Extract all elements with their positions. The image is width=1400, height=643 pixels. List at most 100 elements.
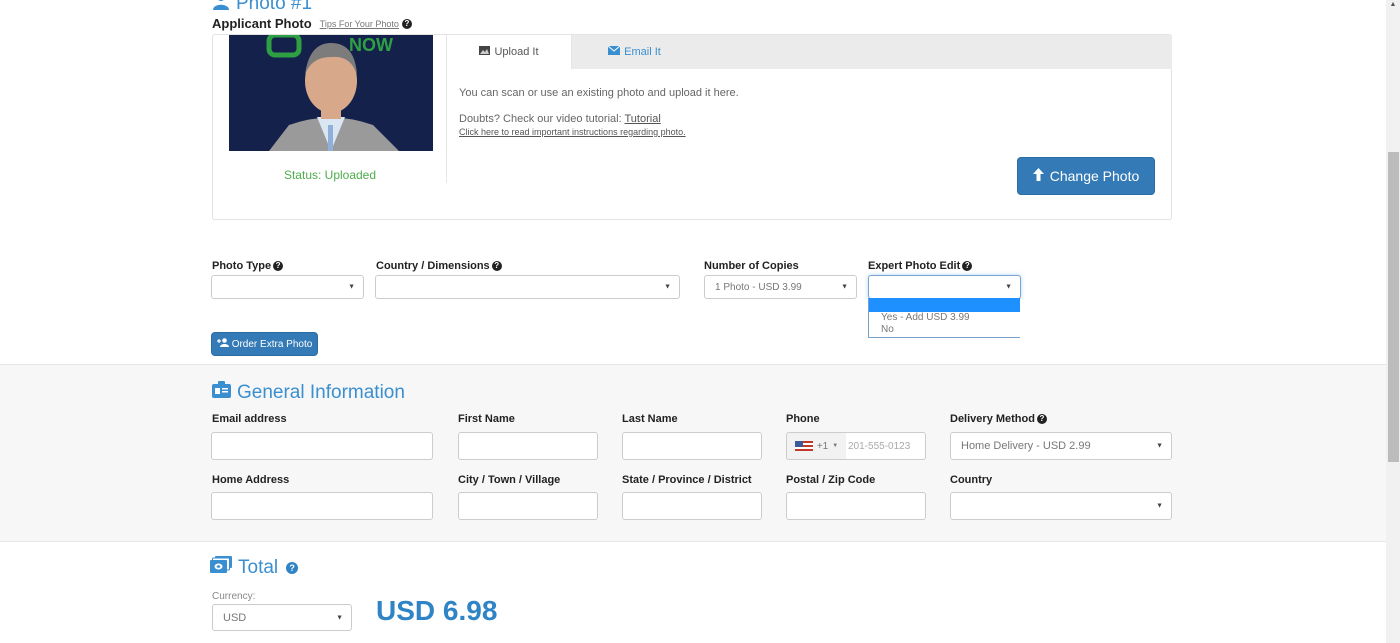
change-photo-label: Change Photo <box>1049 168 1140 184</box>
currency-select[interactable]: USD ▼ <box>212 604 352 631</box>
expert-edit-select[interactable]: ▼ <box>868 275 1021 299</box>
tutorial-link[interactable]: Tutorial <box>625 113 661 125</box>
dropdown-option-empty[interactable] <box>869 298 1020 312</box>
delivery-method-value: Home Delivery - USD 2.99 <box>961 440 1091 452</box>
last-name-field[interactable] <box>622 432 762 460</box>
tabs-bar: Upload It Email It <box>447 35 1172 69</box>
id-card-icon <box>212 381 231 404</box>
currency-value: USD <box>223 611 247 624</box>
general-information-title: General Information <box>212 381 405 404</box>
instructions-link[interactable]: Click here to read important instruction… <box>459 127 739 137</box>
postal-code-label: Postal / Zip Code <box>786 474 876 486</box>
help-icon[interactable]: ? <box>273 261 284 271</box>
home-address-field[interactable] <box>211 492 433 520</box>
user-icon <box>212 0 230 16</box>
arrow-up-icon <box>1032 168 1044 184</box>
money-icon <box>210 556 232 579</box>
vertical-scrollbar[interactable]: ▲ <box>1386 0 1400 643</box>
envelope-icon <box>607 45 621 58</box>
copies-select[interactable]: 1 Photo - USD 3.99 ▼ <box>704 275 857 299</box>
expert-edit-dropdown: Yes - Add USD 3.99 No <box>868 298 1020 338</box>
change-photo-button[interactable]: Change Photo <box>1017 157 1155 195</box>
phone-field: +1 ▼ 201-555-0123 <box>786 432 926 460</box>
svg-text:NOW: NOW <box>349 35 393 55</box>
doubts-text: Doubts? Check our video tutorial: Tutori… <box>459 113 739 125</box>
general-title-text: General Information <box>237 381 405 403</box>
help-icon[interactable]: ? <box>401 18 412 29</box>
postal-code-field[interactable] <box>786 492 926 520</box>
image-icon <box>479 46 491 58</box>
copies-text: Number of Copies <box>704 260 799 272</box>
country-code-selector[interactable]: +1 ▼ <box>786 432 846 460</box>
expert-edit-label: Expert Photo Edit? <box>868 260 973 272</box>
upload-status: Status: Uploaded <box>283 168 377 182</box>
delivery-method-select[interactable]: Home Delivery - USD 2.99 ▼ <box>950 432 1172 460</box>
tab-email-it[interactable]: Email It <box>572 35 697 69</box>
photo-section-title: Photo #1 <box>212 0 312 16</box>
country-dimensions-text: Country / Dimensions <box>376 260 490 272</box>
currency-label: Currency: <box>212 591 256 602</box>
us-flag-icon <box>794 441 813 451</box>
applicant-photo: NOW <box>229 35 433 151</box>
help-icon[interactable]: ? <box>1036 414 1047 424</box>
photo-title-text: Photo #1 <box>236 0 313 14</box>
email-label: Email address <box>212 413 287 425</box>
country-select[interactable]: ▼ <box>950 492 1172 520</box>
photo-type-text: Photo Type <box>212 260 272 272</box>
tab-upload-label: Upload It <box>494 46 539 58</box>
doubts-label: Doubts? Check our video tutorial: <box>459 113 625 125</box>
country-code-value: +1 <box>816 440 829 452</box>
applicant-photo-text: Applicant Photo <box>212 16 312 31</box>
tab-email-label: Email It <box>624 46 661 58</box>
chevron-down-icon: ▼ <box>348 283 355 291</box>
order-extra-label: Order Extra Photo <box>231 338 313 350</box>
applicant-photo-label: Applicant Photo Tips For Your Photo ? <box>212 16 412 31</box>
order-extra-photo-button[interactable]: Order Extra Photo <box>211 332 318 356</box>
chevron-down-icon: ▼ <box>841 283 848 291</box>
city-label: City / Town / Village <box>458 474 561 486</box>
photo-panel: NOW Status: Uploaded Upload It Email It … <box>212 34 1172 220</box>
state-label: State / Province / District <box>622 474 752 486</box>
photo-type-label: Photo Type? <box>212 260 284 272</box>
upload-instructions: You can scan or use an existing photo an… <box>459 87 739 99</box>
country-dimensions-select[interactable]: ▼ <box>375 275 680 299</box>
delivery-method-label: Delivery Method? <box>950 413 1047 425</box>
copies-label: Number of Copies <box>704 260 799 272</box>
phone-number-input[interactable]: 201-555-0123 <box>846 432 926 460</box>
phone-placeholder: 201-555-0123 <box>848 440 911 452</box>
delivery-method-text: Delivery Method <box>950 413 1035 425</box>
country-label: Country <box>950 474 993 486</box>
help-icon[interactable]: ? <box>962 261 973 271</box>
last-name-label: Last Name <box>622 413 678 425</box>
city-field[interactable] <box>458 492 598 520</box>
first-name-label: First Name <box>458 413 515 425</box>
help-icon[interactable]: ? <box>491 261 502 271</box>
chevron-down-icon: ▼ <box>1156 502 1163 510</box>
country-dimensions-label: Country / Dimensions? <box>376 260 502 272</box>
tips-link[interactable]: Tips For Your Photo <box>320 19 399 29</box>
total-amount: USD 6.98 <box>376 595 498 626</box>
add-user-icon <box>216 338 229 350</box>
dropdown-option-yes[interactable]: Yes - Add USD 3.99 <box>869 312 1020 324</box>
photo-type-select[interactable]: ▼ <box>211 275 364 299</box>
expert-edit-text: Expert Photo Edit <box>868 260 961 272</box>
chevron-down-icon: ▼ <box>1156 442 1163 450</box>
help-icon[interactable]: ? <box>286 561 299 574</box>
phone-label: Phone <box>786 413 820 425</box>
chevron-down-icon: ▼ <box>336 614 343 621</box>
scrollbar-thumb[interactable] <box>1388 152 1399 462</box>
total-title-text: Total <box>238 556 279 578</box>
first-name-field[interactable] <box>458 432 598 460</box>
total-title: Total ? <box>210 556 299 579</box>
state-field[interactable] <box>622 492 762 520</box>
dropdown-option-no[interactable]: No <box>869 324 1020 336</box>
copies-value: 1 Photo - USD 3.99 <box>715 281 802 293</box>
chevron-down-icon: ▼ <box>832 443 839 449</box>
email-field[interactable] <box>211 432 433 460</box>
upload-tab-content: You can scan or use an existing photo an… <box>459 87 739 137</box>
home-address-label: Home Address <box>212 474 290 486</box>
scroll-up-arrow-icon[interactable]: ▲ <box>1386 0 1400 10</box>
chevron-down-icon: ▼ <box>1005 283 1012 291</box>
chevron-down-icon: ▼ <box>664 283 671 291</box>
tab-upload-it[interactable]: Upload It <box>447 35 572 69</box>
